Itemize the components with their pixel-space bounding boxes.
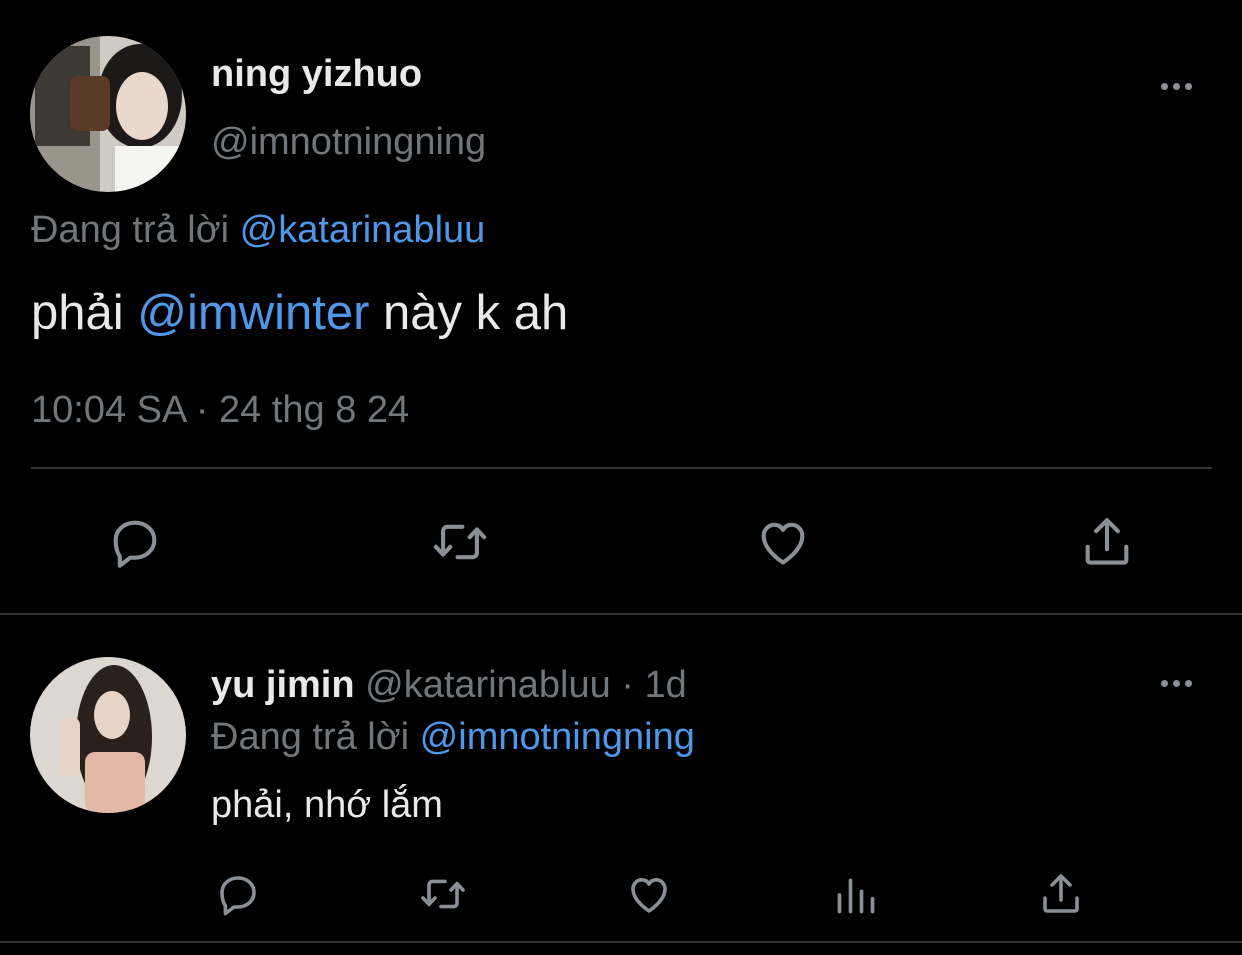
time-separator: · [610, 664, 645, 706]
mention-link[interactable]: @imwinter [137, 286, 369, 340]
author-name[interactable]: yu jimin [211, 664, 355, 706]
reply-icon[interactable] [106, 513, 164, 571]
reply-text: phải, nhớ lắm [211, 784, 443, 826]
share-icon[interactable] [1078, 512, 1136, 572]
retweet-icon[interactable] [429, 513, 491, 571]
replying-prefix: Đang trả lời [211, 716, 410, 758]
share-icon[interactable] [1037, 869, 1085, 919]
heart-icon[interactable] [625, 870, 673, 918]
tweet-text-start: phải [31, 286, 138, 340]
author-name[interactable]: ning yizhuo [211, 54, 422, 94]
section-divider [0, 613, 1242, 615]
author-handle[interactable]: @katarinabluu [365, 664, 611, 706]
more-icon[interactable] [1161, 83, 1192, 90]
bottom-divider [0, 941, 1242, 943]
tweet-text: phải @imwinter này k ah [31, 285, 568, 341]
avatar-ning-yizhuo[interactable] [30, 36, 186, 192]
replying-to-line: Đang trả lời @katarinabluu [31, 208, 485, 252]
views-icon[interactable] [834, 872, 878, 918]
divider [31, 467, 1212, 469]
heart-icon[interactable] [754, 513, 812, 571]
avatar-yu-jimin[interactable] [30, 657, 186, 813]
reply-header: yu jimin @katarinabluu · 1d [211, 664, 687, 706]
replying-to-line: Đang trả lời @imnotningning [211, 715, 695, 759]
retweet-icon[interactable] [417, 870, 469, 918]
author-handle[interactable]: @imnotningning [211, 122, 486, 162]
more-icon[interactable] [1161, 680, 1192, 687]
replying-to-link[interactable]: @imnotningning [420, 716, 695, 758]
reply-time[interactable]: 1d [645, 664, 687, 706]
replying-prefix: Đang trả lời [31, 209, 230, 251]
reply-icon[interactable] [214, 870, 262, 918]
replying-to-link[interactable]: @katarinabluu [240, 209, 486, 251]
tweet-text-end: này k ah [369, 286, 569, 340]
tweet-timestamp[interactable]: 10:04 SA · 24 thg 8 24 [31, 388, 409, 432]
